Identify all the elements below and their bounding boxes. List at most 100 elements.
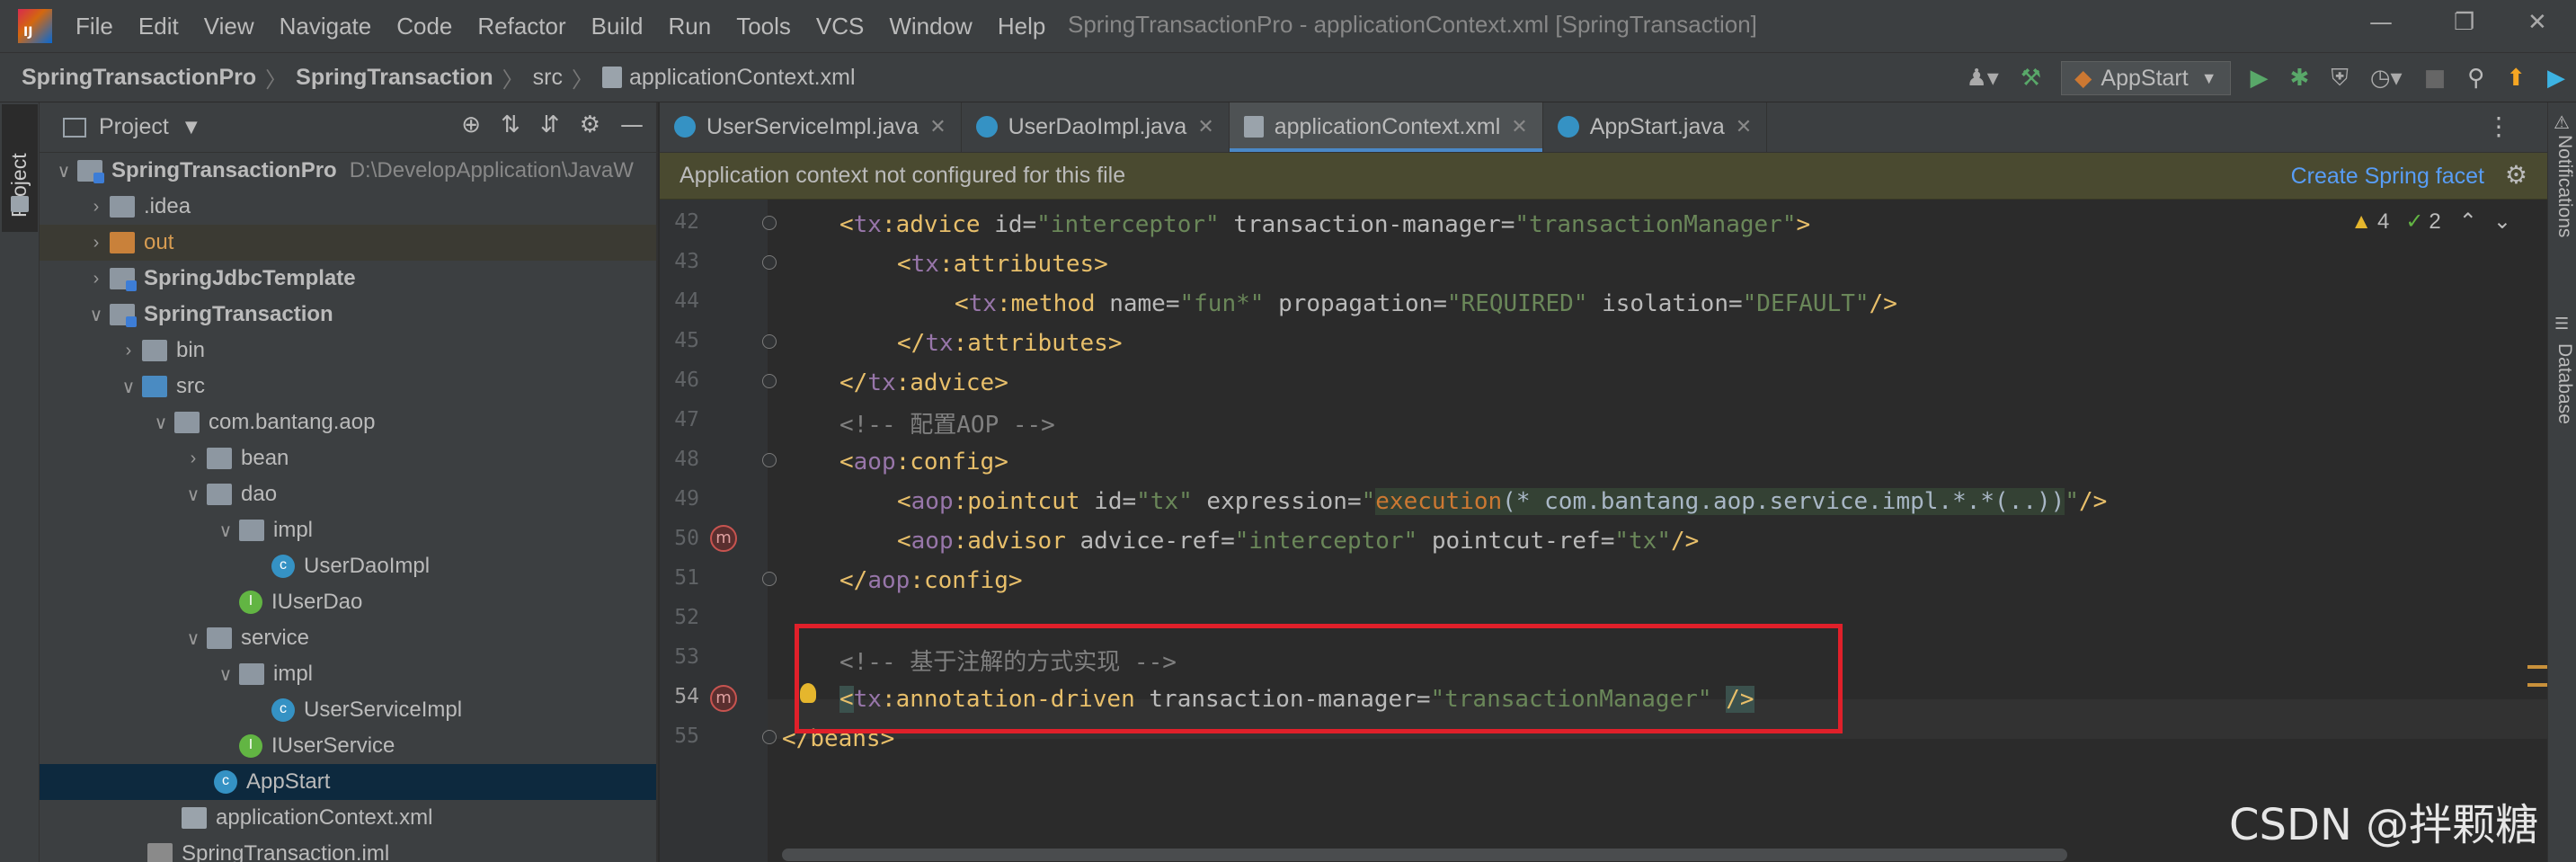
code-line-47[interactable]: <!-- 配置AOP --> bbox=[839, 403, 1055, 442]
code-line-49[interactable]: < aop: pointcut id = "tx" expression = " execut… bbox=[897, 482, 2107, 521]
tab-appstart[interactable]: AppStart.java ✕ bbox=[1543, 102, 1768, 152]
code-line-50[interactable]: < aop: advisor advice-ref = "interceptor" po… bbox=[897, 521, 1699, 561]
chevron-down-icon[interactable]: ∨ bbox=[212, 663, 239, 686]
menu-run[interactable]: Run bbox=[668, 13, 711, 40]
menu-view[interactable]: View bbox=[204, 13, 254, 40]
tree-item-idea[interactable]: › .idea bbox=[40, 189, 656, 225]
user-icon[interactable]: ♟▾ bbox=[1967, 65, 1999, 92]
chevron-up-icon[interactable]: ⌃ bbox=[2459, 209, 2477, 235]
breadcrumb-src[interactable]: src bbox=[533, 65, 563, 91]
breadcrumb-module[interactable]: SpringTransaction bbox=[296, 65, 493, 91]
chevron-down-icon[interactable]: ∨ bbox=[180, 484, 207, 506]
database-icon[interactable]: ☰ bbox=[2554, 315, 2569, 333]
tree-item-out[interactable]: › out bbox=[40, 225, 656, 261]
close-window-icon[interactable]: ✕ bbox=[2527, 9, 2547, 36]
menu-vcs[interactable]: VCS bbox=[816, 13, 864, 40]
tree-item-dao-impl[interactable]: ∨ impl bbox=[40, 512, 656, 548]
chevron-down-icon[interactable]: ⌄ bbox=[2493, 209, 2511, 235]
breadcrumb-file[interactable]: applicationContext.xml bbox=[629, 65, 856, 91]
tab-userdaoimpl[interactable]: UserDaoImpl.java ✕ bbox=[962, 102, 1230, 152]
close-icon[interactable]: ✕ bbox=[929, 115, 946, 138]
search-icon[interactable]: ⚲ bbox=[2467, 65, 2484, 92]
restore-icon[interactable]: ❐ bbox=[2454, 9, 2474, 36]
menu-code[interactable]: Code bbox=[396, 13, 452, 40]
tree-item-iuserservice[interactable]: I IUserService bbox=[40, 728, 656, 764]
tree-item-appstart[interactable]: c AppStart bbox=[40, 764, 656, 800]
menu-window[interactable]: Window bbox=[889, 13, 972, 40]
code-line-46[interactable]: </tx: advice > bbox=[839, 363, 1008, 403]
more-tabs-icon[interactable]: ⋮ bbox=[2486, 111, 2511, 141]
gear-icon[interactable]: ⚙ bbox=[2505, 160, 2527, 190]
code-line-51[interactable]: </aop: config > bbox=[839, 561, 1023, 600]
close-icon[interactable]: ✕ bbox=[1511, 115, 1527, 138]
close-icon[interactable]: ✕ bbox=[1736, 115, 1752, 138]
plugin-icon[interactable]: ▶ bbox=[2547, 65, 2565, 92]
tree-item-springtransaction[interactable]: ∨ SpringTransaction bbox=[40, 297, 656, 333]
create-spring-facet-link[interactable]: Create Spring facet bbox=[2291, 164, 2484, 190]
notifications-bell-icon[interactable]: ⚠ bbox=[2554, 111, 2570, 133]
close-icon[interactable]: ✕ bbox=[1197, 115, 1213, 138]
code-line-45[interactable]: </tx: attributes > bbox=[897, 324, 1122, 363]
tree-item-package-aop[interactable]: ∨ com.bantang.aop bbox=[40, 404, 656, 440]
chevron-right-icon[interactable]: › bbox=[180, 449, 207, 469]
chevron-right-icon[interactable]: › bbox=[83, 233, 110, 253]
tree-item-applicationcontext[interactable]: applicationContext.xml bbox=[40, 800, 656, 836]
tree-item-springjdbctemplate[interactable]: › SpringJdbcTemplate bbox=[40, 261, 656, 297]
chevron-down-icon[interactable]: ∨ bbox=[147, 412, 174, 434]
menu-refactor[interactable]: Refactor bbox=[477, 13, 565, 40]
code-line-44[interactable]: < tx: method name = "fun*" propagation = "REQU… bbox=[955, 284, 1897, 324]
fold-marker-icon[interactable] bbox=[762, 572, 777, 586]
menu-file[interactable]: File bbox=[76, 13, 113, 40]
minimize-icon[interactable]: — bbox=[2369, 9, 2393, 36]
code-line-48[interactable]: < aop: config > bbox=[839, 442, 1008, 482]
notifications-tool-label[interactable]: Notifications bbox=[2554, 135, 2575, 237]
fold-marker-icon[interactable] bbox=[762, 730, 777, 744]
scrollbar-warning-marker[interactable] bbox=[2527, 665, 2547, 669]
tree-item-iml[interactable]: SpringTransaction.iml bbox=[40, 836, 656, 862]
profile-icon[interactable]: ◷▾ bbox=[2370, 65, 2403, 92]
tree-item-service-impl[interactable]: ∨ impl bbox=[40, 656, 656, 692]
chevron-down-icon[interactable]: ∨ bbox=[115, 376, 142, 398]
chevron-down-icon[interactable]: ∨ bbox=[83, 304, 110, 326]
tree-item-project-root[interactable]: ∨ SpringTransactionPro D:\DevelopApplica… bbox=[40, 153, 656, 189]
build-hammer-icon[interactable]: ⚒ bbox=[2021, 65, 2041, 92]
spring-method-gutter-icon[interactable]: m bbox=[710, 685, 737, 712]
fold-marker-icon[interactable] bbox=[762, 255, 777, 270]
spring-method-gutter-icon[interactable]: m bbox=[710, 525, 737, 552]
chevron-down-icon[interactable]: ▼ bbox=[185, 118, 198, 137]
code-line-43[interactable]: < tx: attributes > bbox=[897, 244, 1108, 284]
locate-file-icon[interactable]: ⊕ bbox=[461, 111, 481, 138]
run-configuration-select[interactable]: ◆ AppStart ▼ bbox=[2061, 61, 2231, 95]
coverage-icon[interactable]: ⛨ bbox=[2331, 65, 2349, 93]
chevron-down-icon[interactable]: ∨ bbox=[180, 627, 207, 650]
tree-item-bean[interactable]: › bean bbox=[40, 440, 656, 476]
settings-gear-icon[interactable]: ⚙ bbox=[580, 111, 600, 138]
chevron-right-icon[interactable]: › bbox=[115, 341, 142, 361]
tree-item-iuserdao[interactable]: I IUserDao bbox=[40, 584, 656, 620]
database-tool-label[interactable]: Database bbox=[2554, 343, 2575, 424]
update-icon[interactable]: ⬆ bbox=[2506, 65, 2526, 92]
tree-item-bin[interactable]: › bin bbox=[40, 333, 656, 369]
fold-marker-icon[interactable] bbox=[762, 374, 777, 388]
hide-panel-icon[interactable]: — bbox=[620, 111, 644, 138]
tree-item-dao[interactable]: ∨ dao bbox=[40, 476, 656, 512]
project-panel-title[interactable]: Project bbox=[99, 114, 169, 140]
tree-item-userserviceimpl[interactable]: c UserServiceImpl bbox=[40, 692, 656, 728]
tree-item-service[interactable]: ∨ service bbox=[40, 620, 656, 656]
tab-userserviceimpl[interactable]: UserServiceImpl.java ✕ bbox=[660, 102, 962, 152]
chevron-down-icon[interactable]: ∨ bbox=[50, 160, 77, 182]
menu-help[interactable]: Help bbox=[998, 13, 1045, 40]
fold-marker-icon[interactable] bbox=[762, 453, 777, 467]
collapse-all-icon[interactable]: ⇵ bbox=[540, 111, 560, 138]
menu-tools[interactable]: Tools bbox=[736, 13, 791, 40]
breadcrumb-project[interactable]: SpringTransactionPro bbox=[22, 65, 256, 91]
stop-icon[interactable]: ■ bbox=[2424, 65, 2447, 92]
horizontal-scrollbar[interactable] bbox=[782, 849, 2067, 861]
chevron-right-icon[interactable]: › bbox=[83, 197, 110, 218]
code-line-42[interactable]: < tx: advice id = "interceptor" transaction-… bbox=[839, 205, 1810, 244]
fold-marker-icon[interactable] bbox=[762, 216, 777, 230]
chevron-down-icon[interactable]: ∨ bbox=[212, 520, 239, 542]
tab-applicationcontext[interactable]: applicationContext.xml ✕ bbox=[1229, 102, 1543, 152]
run-icon[interactable]: ▶ bbox=[2251, 65, 2269, 92]
inspection-widget[interactable]: ▲ 4 ✓ 2 ⌃ ⌄ bbox=[2350, 209, 2511, 235]
